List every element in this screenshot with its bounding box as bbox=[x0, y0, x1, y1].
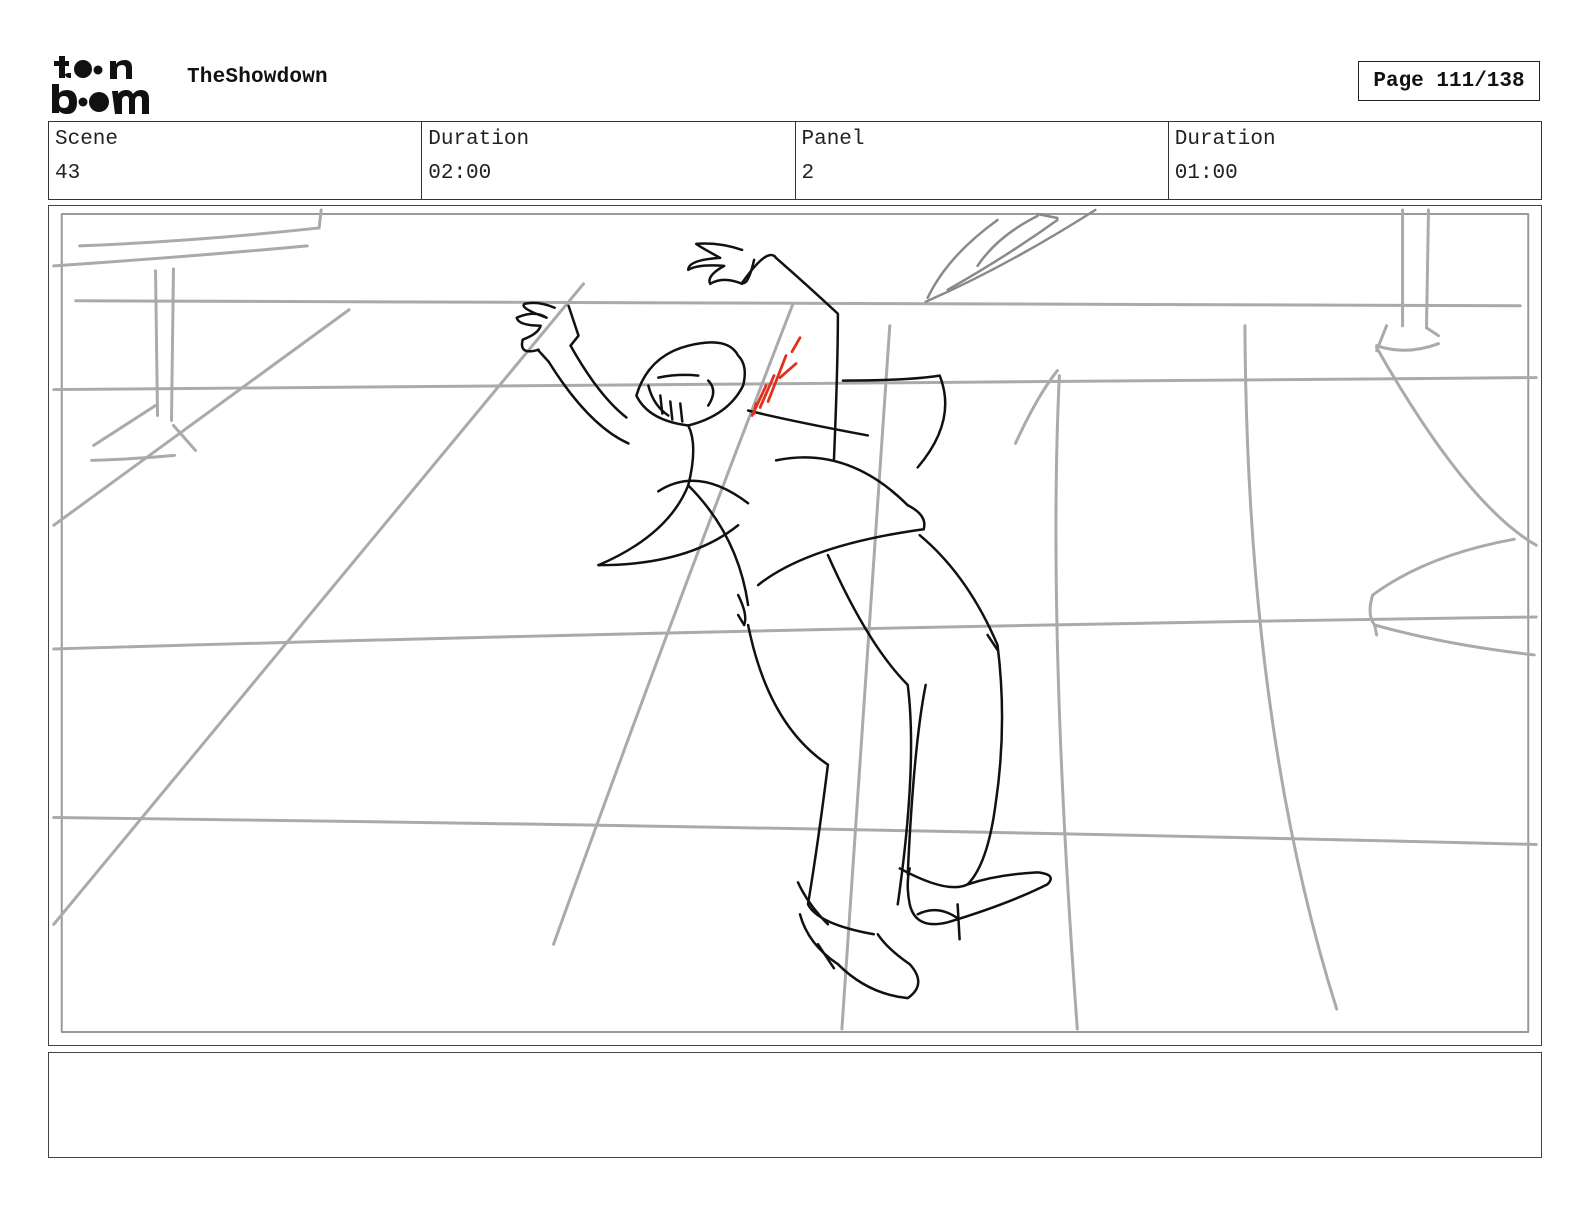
scene-value: 43 bbox=[55, 162, 81, 185]
panel-cell: Panel 2 bbox=[796, 122, 1169, 199]
scene-cell: Scene 43 bbox=[49, 122, 423, 199]
scene-duration-label: Duration bbox=[428, 128, 530, 151]
project-title: TheShowdown bbox=[187, 66, 328, 89]
panel-notes-box[interactable] bbox=[48, 1052, 1542, 1158]
scene-duration-cell: Duration 02:00 bbox=[422, 122, 796, 199]
storyboard-panel bbox=[48, 205, 1542, 1046]
falling-man-sketch bbox=[515, 242, 1052, 1000]
panel-sketch bbox=[52, 208, 1538, 1034]
scene-label: Scene bbox=[55, 128, 119, 151]
panel-info-table: Scene 43 Duration 02:00 Panel 2 Duration… bbox=[48, 121, 1542, 200]
page-label: Page 111/138 bbox=[1373, 69, 1525, 93]
panel-duration-value: 01:00 bbox=[1174, 162, 1238, 185]
page-indicator: Page 111/138 bbox=[1358, 61, 1540, 101]
panel-value: 2 bbox=[801, 162, 815, 185]
knife-sketch bbox=[924, 208, 1097, 304]
toonboom-logo bbox=[52, 56, 149, 114]
scene-duration-value: 02:00 bbox=[428, 162, 492, 185]
panel-duration-label: Duration bbox=[1174, 128, 1276, 151]
panel-label: Panel bbox=[801, 128, 865, 151]
background-guides bbox=[52, 208, 1538, 1031]
panel-duration-cell: Duration 01:00 bbox=[1169, 122, 1541, 199]
